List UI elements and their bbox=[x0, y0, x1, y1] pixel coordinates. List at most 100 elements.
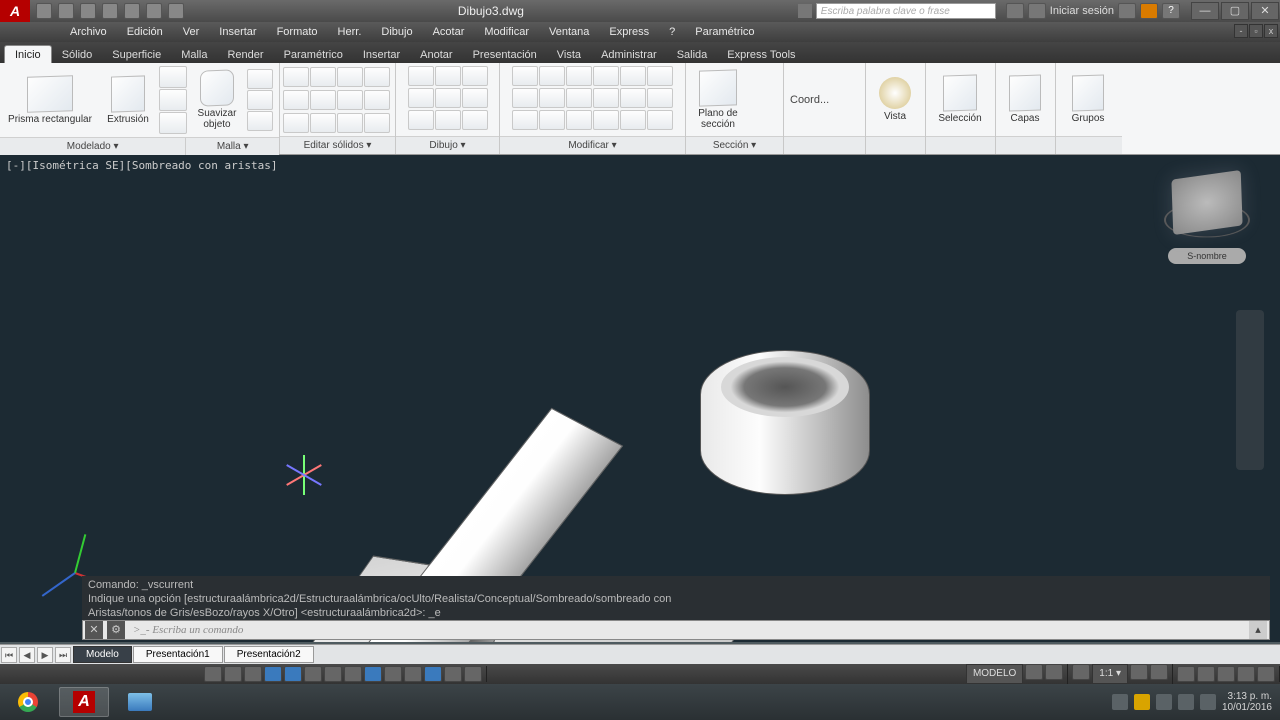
presspull-icon[interactable] bbox=[159, 66, 187, 88]
panel-malla-title[interactable]: Malla ▾ bbox=[185, 138, 279, 155]
extrusion-button[interactable]: Extrusión bbox=[98, 72, 158, 129]
navigation-bar[interactable] bbox=[1236, 310, 1264, 470]
explode-icon[interactable] bbox=[620, 66, 646, 86]
quickview2-icon[interactable] bbox=[1045, 664, 1063, 680]
spline-icon[interactable] bbox=[435, 110, 461, 130]
minimize-button[interactable]: — bbox=[1191, 2, 1219, 20]
rotate-icon[interactable] bbox=[539, 66, 565, 86]
tab-malla[interactable]: Malla bbox=[171, 46, 217, 63]
tab-insertar[interactable]: Insertar bbox=[353, 46, 410, 63]
seleccion-button[interactable]: Selección bbox=[928, 71, 992, 128]
menu-acotar[interactable]: Acotar bbox=[423, 26, 475, 38]
copy-icon[interactable] bbox=[512, 88, 538, 108]
qp-icon[interactable] bbox=[424, 666, 442, 682]
hw-icon[interactable] bbox=[1217, 666, 1235, 682]
help-icon[interactable]: ? bbox=[1162, 3, 1180, 19]
3dmove-icon[interactable] bbox=[539, 110, 565, 130]
tpy-icon[interactable] bbox=[404, 666, 422, 682]
quickview-icon[interactable] bbox=[1025, 664, 1043, 680]
cmd-close-icon[interactable]: ✕ bbox=[85, 621, 103, 639]
tab-expresstools[interactable]: Express Tools bbox=[717, 46, 805, 63]
dyn-icon[interactable] bbox=[364, 666, 382, 682]
tab-inicio[interactable]: Inicio bbox=[4, 45, 52, 63]
offset2-icon[interactable] bbox=[620, 88, 646, 108]
qat-undo-icon[interactable] bbox=[146, 3, 162, 19]
arc-icon[interactable] bbox=[408, 88, 434, 108]
annoscale-icon[interactable] bbox=[1072, 664, 1090, 680]
3dmirror-icon[interactable] bbox=[620, 110, 646, 130]
qat-saveas-icon[interactable] bbox=[102, 3, 118, 19]
signin-label[interactable]: Iniciar sesión bbox=[1050, 5, 1114, 17]
cmd-recent-icon[interactable]: ▴ bbox=[1249, 621, 1267, 639]
polyline-icon[interactable] bbox=[435, 66, 461, 86]
separate-icon[interactable] bbox=[364, 90, 390, 110]
autodesk360-icon[interactable] bbox=[1006, 3, 1024, 19]
plano-seccion-button[interactable]: Plano de sección bbox=[688, 66, 748, 134]
layout-first-icon[interactable]: ⏮ bbox=[1, 647, 17, 663]
mirror-icon[interactable] bbox=[647, 66, 673, 86]
scale-label[interactable]: 1:1 ▾ bbox=[1092, 664, 1128, 684]
keyword-search-input[interactable]: Escriba palabra clave o frase bbox=[816, 3, 996, 19]
search-toggle-icon[interactable] bbox=[798, 4, 812, 18]
suavizar-objeto-button[interactable]: Suavizar objeto bbox=[188, 66, 246, 134]
tab-solido[interactable]: Sólido bbox=[52, 46, 103, 63]
layout-tab-pres2[interactable]: Presentación2 bbox=[224, 646, 314, 663]
menu-dibujo[interactable]: Dibujo bbox=[371, 26, 422, 38]
ortho-icon[interactable] bbox=[244, 666, 262, 682]
move-icon[interactable] bbox=[512, 66, 538, 86]
imprint-icon[interactable] bbox=[310, 90, 336, 110]
command-input[interactable]: >_- Escriba un comando bbox=[127, 624, 1247, 636]
tab-superficie[interactable]: Superficie bbox=[102, 46, 171, 63]
tab-presentacion[interactable]: Presentación bbox=[463, 46, 547, 63]
subtract-icon[interactable] bbox=[310, 67, 336, 87]
layout-last-icon[interactable]: ⏭ bbox=[55, 647, 71, 663]
model-space-label[interactable]: MODELO bbox=[966, 664, 1023, 684]
qat-new-icon[interactable] bbox=[36, 3, 52, 19]
qat-redo-icon[interactable] bbox=[168, 3, 184, 19]
otrack-icon[interactable] bbox=[324, 666, 342, 682]
thicken-icon[interactable] bbox=[283, 90, 309, 110]
isolate-icon[interactable] bbox=[1237, 666, 1255, 682]
trim-icon[interactable] bbox=[566, 66, 592, 86]
doc-close[interactable]: x bbox=[1264, 24, 1278, 38]
mesh2-icon[interactable] bbox=[247, 90, 273, 110]
polar-icon[interactable] bbox=[264, 666, 282, 682]
3drotate-icon[interactable] bbox=[566, 110, 592, 130]
clean-icon[interactable] bbox=[1257, 666, 1275, 682]
menu-modificar[interactable]: Modificar bbox=[474, 26, 539, 38]
tab-parametrico[interactable]: Paramétrico bbox=[274, 46, 353, 63]
hatch-icon[interactable] bbox=[408, 110, 434, 130]
menu-formato[interactable]: Formato bbox=[267, 26, 328, 38]
tray-network-icon[interactable] bbox=[1178, 694, 1194, 710]
ws-icon[interactable] bbox=[1177, 666, 1195, 682]
array-icon[interactable] bbox=[593, 88, 619, 108]
taper-icon[interactable] bbox=[337, 113, 363, 133]
cmd-opts-icon[interactable]: ⚙ bbox=[107, 621, 125, 639]
viewcube-ucs-label[interactable]: S-nombre bbox=[1168, 248, 1246, 264]
layout-tab-pres1[interactable]: Presentación1 bbox=[133, 646, 223, 663]
revolve-icon[interactable] bbox=[159, 89, 187, 111]
panel-seccion-title[interactable]: Sección ▾ bbox=[686, 136, 783, 154]
signin-icon[interactable] bbox=[1028, 3, 1046, 19]
maximize-button[interactable]: ▢ bbox=[1221, 2, 1249, 20]
3dalign-icon[interactable] bbox=[593, 110, 619, 130]
menu-parametrico[interactable]: Paramétrico bbox=[685, 26, 764, 38]
taskbar-explorer[interactable] bbox=[115, 687, 165, 717]
tray-action-icon[interactable] bbox=[1156, 694, 1172, 710]
tab-vista[interactable]: Vista bbox=[547, 46, 591, 63]
lock-icon[interactable] bbox=[1197, 666, 1215, 682]
mesh3-icon[interactable] bbox=[247, 111, 273, 131]
fillet2-icon[interactable] bbox=[647, 88, 673, 108]
viewcube[interactable] bbox=[1171, 170, 1242, 235]
vista-button[interactable]: Vista bbox=[868, 73, 922, 126]
sweep-icon[interactable] bbox=[159, 112, 187, 134]
fillet-icon[interactable] bbox=[283, 113, 309, 133]
annoauto-icon[interactable] bbox=[1150, 664, 1168, 680]
panel-editarsolidos-title[interactable]: Editar sólidos ▾ bbox=[280, 136, 395, 154]
panel-modelado-title[interactable]: Modelado ▾ bbox=[0, 138, 185, 155]
qat-open-icon[interactable] bbox=[58, 3, 74, 19]
tray-volume-icon[interactable] bbox=[1200, 694, 1216, 710]
doc-restore[interactable]: ▫ bbox=[1249, 24, 1263, 38]
qat-save-icon[interactable] bbox=[80, 3, 96, 19]
scale-icon[interactable] bbox=[566, 88, 592, 108]
